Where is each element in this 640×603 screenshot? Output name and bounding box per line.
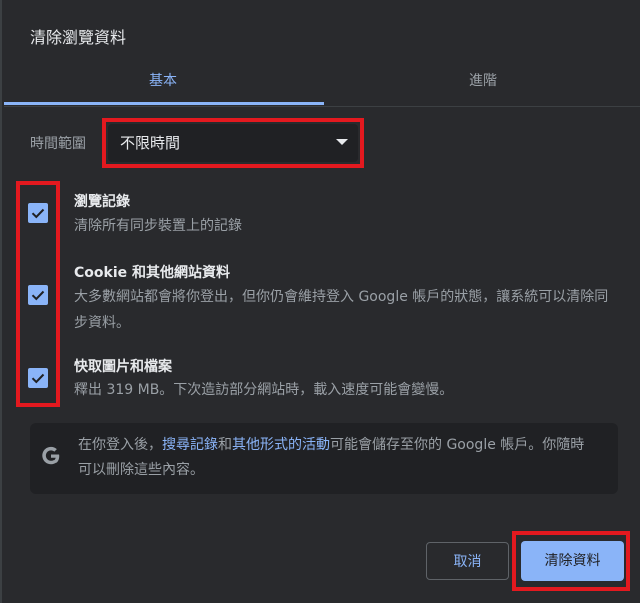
info-middle: 和: [218, 437, 232, 453]
time-range-label: 時間範圍: [30, 136, 86, 152]
tab-bar: 基本 進階: [4, 56, 640, 107]
browsing-history-checkbox[interactable]: [28, 203, 48, 223]
active-tab-indicator: [4, 102, 324, 105]
dropdown-caret-icon: [336, 139, 348, 145]
search-history-link[interactable]: 搜尋記錄: [162, 437, 218, 453]
cached-images-checkbox[interactable]: [28, 368, 48, 388]
tab-basic[interactable]: 基本: [4, 56, 322, 106]
tab-advanced[interactable]: 進階: [324, 56, 640, 106]
cookies-desc: 大多數網站都會將你登出，但你仍會維持登入 Google 帳戶的狀態，讓系統可以清…: [74, 289, 609, 331]
other-activity-link[interactable]: 其他形式的活動: [232, 437, 330, 453]
clear-data-button[interactable]: 清除資料: [521, 541, 624, 581]
checkmark-icon: [31, 208, 45, 219]
dialog-title: 清除瀏覽資料: [30, 28, 127, 47]
checkmark-icon: [31, 373, 45, 384]
cancel-button[interactable]: 取消: [426, 542, 509, 580]
time-range-select[interactable]: 不限時間: [108, 124, 358, 162]
google-account-info-box: 在你登入後，搜尋記錄和其他形式的活動可能會儲存至你的 Google 帳戶。你隨時…: [30, 423, 618, 494]
checkmark-icon: [31, 290, 45, 301]
info-text: 在你登入後，搜尋記錄和其他形式的活動可能會儲存至你的 Google 帳戶。你隨時…: [78, 433, 598, 483]
cached-images-title: 快取圖片和檔案: [74, 359, 172, 375]
clear-browsing-data-dialog: 清除瀏覽資料 基本 進階 時間範圍 不限時間 瀏覽記錄 清除所有同步裝置上的記錄…: [0, 0, 640, 603]
time-range-value: 不限時間: [120, 134, 181, 152]
cookies-checkbox[interactable]: [28, 285, 48, 305]
cookies-title: Cookie 和其他網站資料: [74, 265, 230, 281]
google-g-icon: [42, 446, 60, 465]
info-prefix: 在你登入後，: [78, 437, 162, 453]
browsing-history-desc: 清除所有同步裝置上的記錄: [74, 218, 242, 234]
browsing-history-title: 瀏覽記錄: [74, 194, 130, 210]
cached-images-desc: 釋出 319 MB。下次造訪部分網站時，載入速度可能會變慢。: [74, 382, 454, 398]
